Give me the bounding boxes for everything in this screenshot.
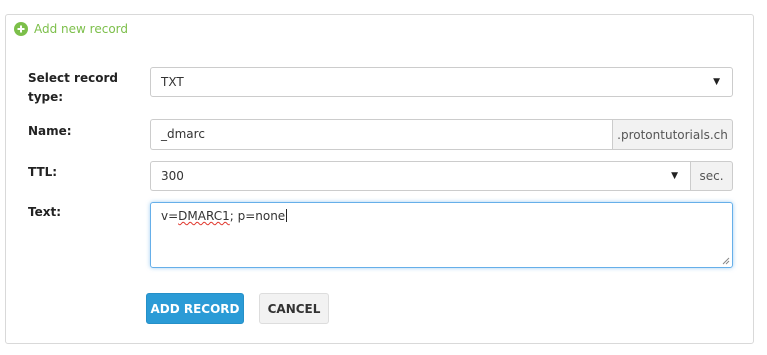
add-new-record-label: Add new record	[34, 22, 128, 36]
text-value-misspelled: DMARC1	[178, 209, 230, 223]
plus-circle-icon	[14, 22, 28, 36]
text-label: Text:	[28, 205, 62, 219]
record-type-label: Select record type:	[28, 71, 118, 104]
add-new-record-link[interactable]: Add new record	[14, 22, 128, 36]
name-input[interactable]: _dmarc	[150, 119, 612, 150]
dropdown-caret-icon: ▼	[713, 77, 720, 87]
ttl-select[interactable]: 300 ▼	[150, 161, 690, 191]
text-value-suffix: ; p=none	[229, 209, 286, 223]
add-record-button[interactable]: ADD RECORD	[146, 293, 244, 324]
add-record-panel: Add new record Select record type: TXT ▼…	[5, 14, 754, 344]
name-input-value: _dmarc	[161, 127, 205, 141]
name-label: Name:	[28, 124, 72, 138]
resize-handle-icon[interactable]	[722, 257, 730, 265]
dropdown-caret-icon: ▼	[671, 171, 678, 181]
text-value-prefix: v=	[161, 209, 179, 223]
name-field-group: _dmarc .protontutorials.ch	[150, 119, 733, 150]
text-value-textarea[interactable]: v=DMARC1; p=none	[150, 202, 733, 268]
ttl-value: 300	[161, 169, 184, 183]
ttl-field-group: 300 ▼ sec.	[150, 161, 733, 191]
domain-suffix: .protontutorials.ch	[612, 119, 733, 150]
text-value: v=DMARC1; p=none	[161, 209, 288, 223]
cancel-button[interactable]: CANCEL	[259, 293, 329, 324]
text-cursor	[286, 209, 288, 222]
ttl-label: TTL:	[28, 165, 58, 179]
record-type-select[interactable]: TXT ▼	[150, 67, 733, 97]
ttl-unit: sec.	[690, 161, 733, 191]
record-type-value: TXT	[161, 75, 184, 89]
